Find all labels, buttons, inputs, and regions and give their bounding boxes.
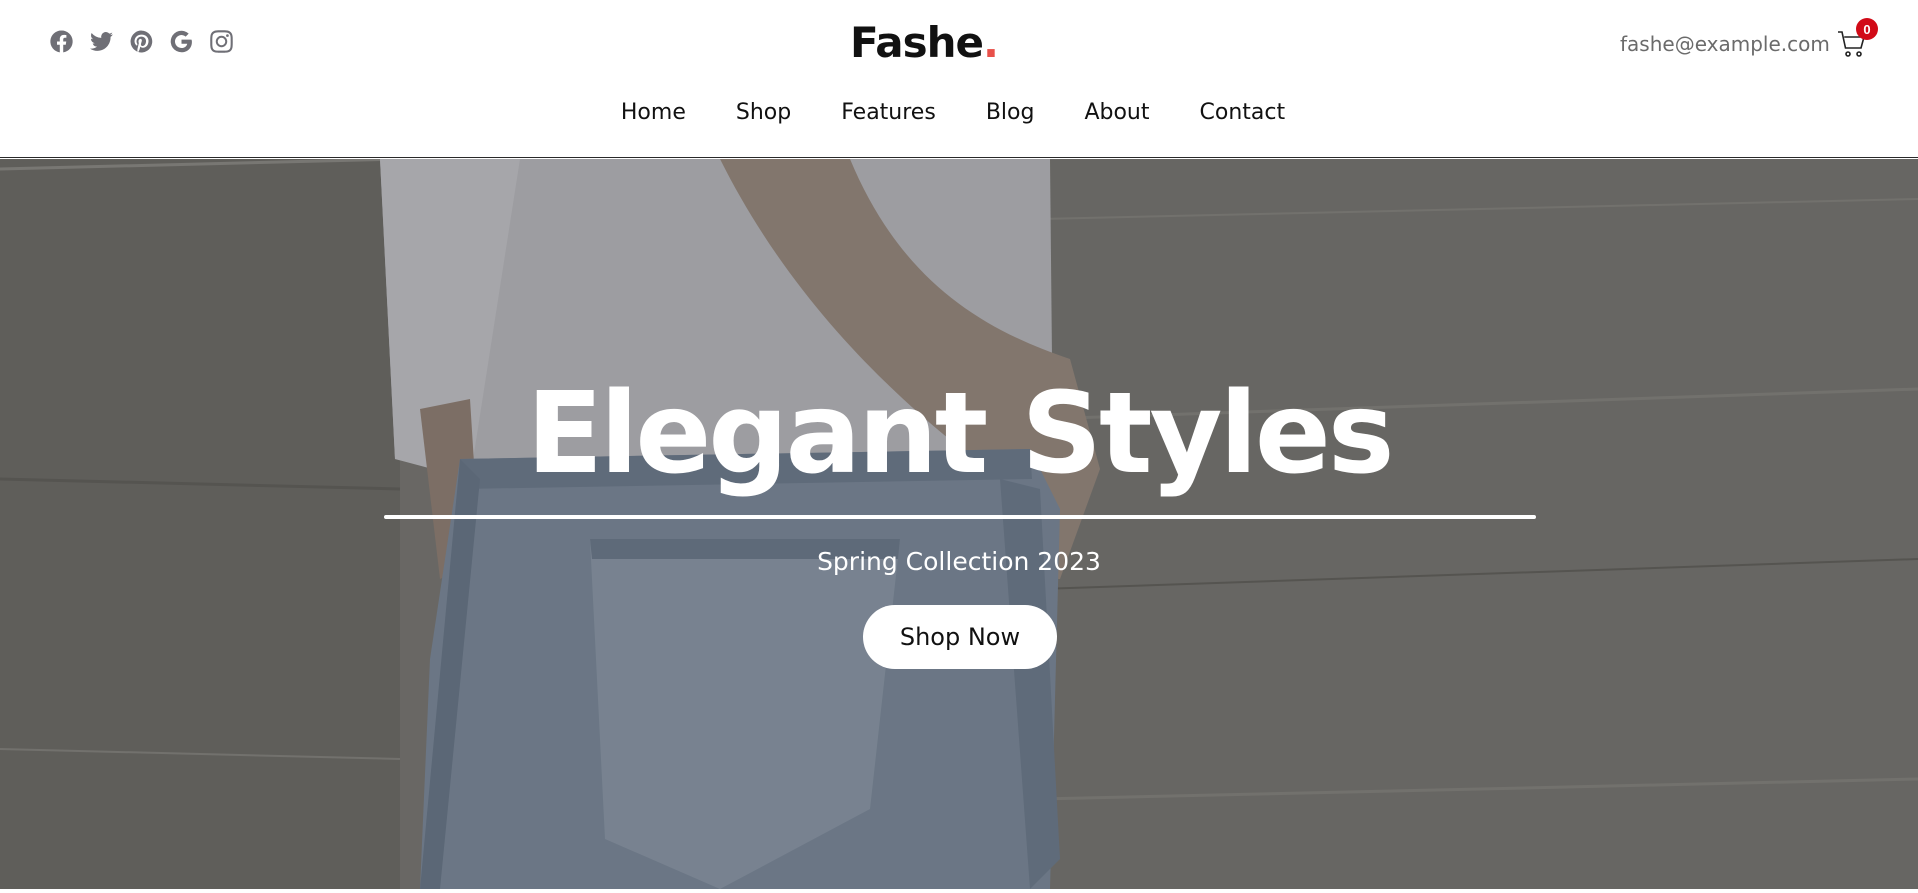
site-header: Fashe. fashe@example.com 0 Home Shop Fea… [0,0,1918,158]
nav-item-about[interactable]: About [1084,100,1149,125]
logo-text: Fashe [850,18,984,67]
hero-divider [384,515,1536,519]
social-links [48,28,234,54]
nav-item-features[interactable]: Features [841,100,936,125]
hero-title: Elegant Styles [526,369,1394,499]
nav-item-shop[interactable]: Shop [736,100,791,125]
instagram-icon[interactable] [208,28,234,54]
facebook-icon[interactable] [48,28,74,54]
hero-subtitle: Spring Collection 2023 [817,547,1101,576]
shop-now-button[interactable]: Shop Now [863,605,1057,669]
site-logo[interactable]: Fashe. [850,18,999,67]
contact-email[interactable]: fashe@example.com [1620,32,1830,56]
nav-item-blog[interactable]: Blog [986,100,1035,125]
cart-count-badge: 0 [1856,18,1878,40]
twitter-icon[interactable] [88,28,114,54]
pinterest-icon[interactable] [128,28,154,54]
main-nav: Home Shop Features Blog About Contact [0,100,1918,125]
google-icon[interactable] [168,28,194,54]
hero-overlay [0,159,1918,889]
nav-item-home[interactable]: Home [621,100,686,125]
logo-dot: . [982,18,999,67]
nav-item-contact[interactable]: Contact [1200,100,1286,125]
hero-banner: Elegant Styles Spring Collection 2023 Sh… [0,159,1918,889]
